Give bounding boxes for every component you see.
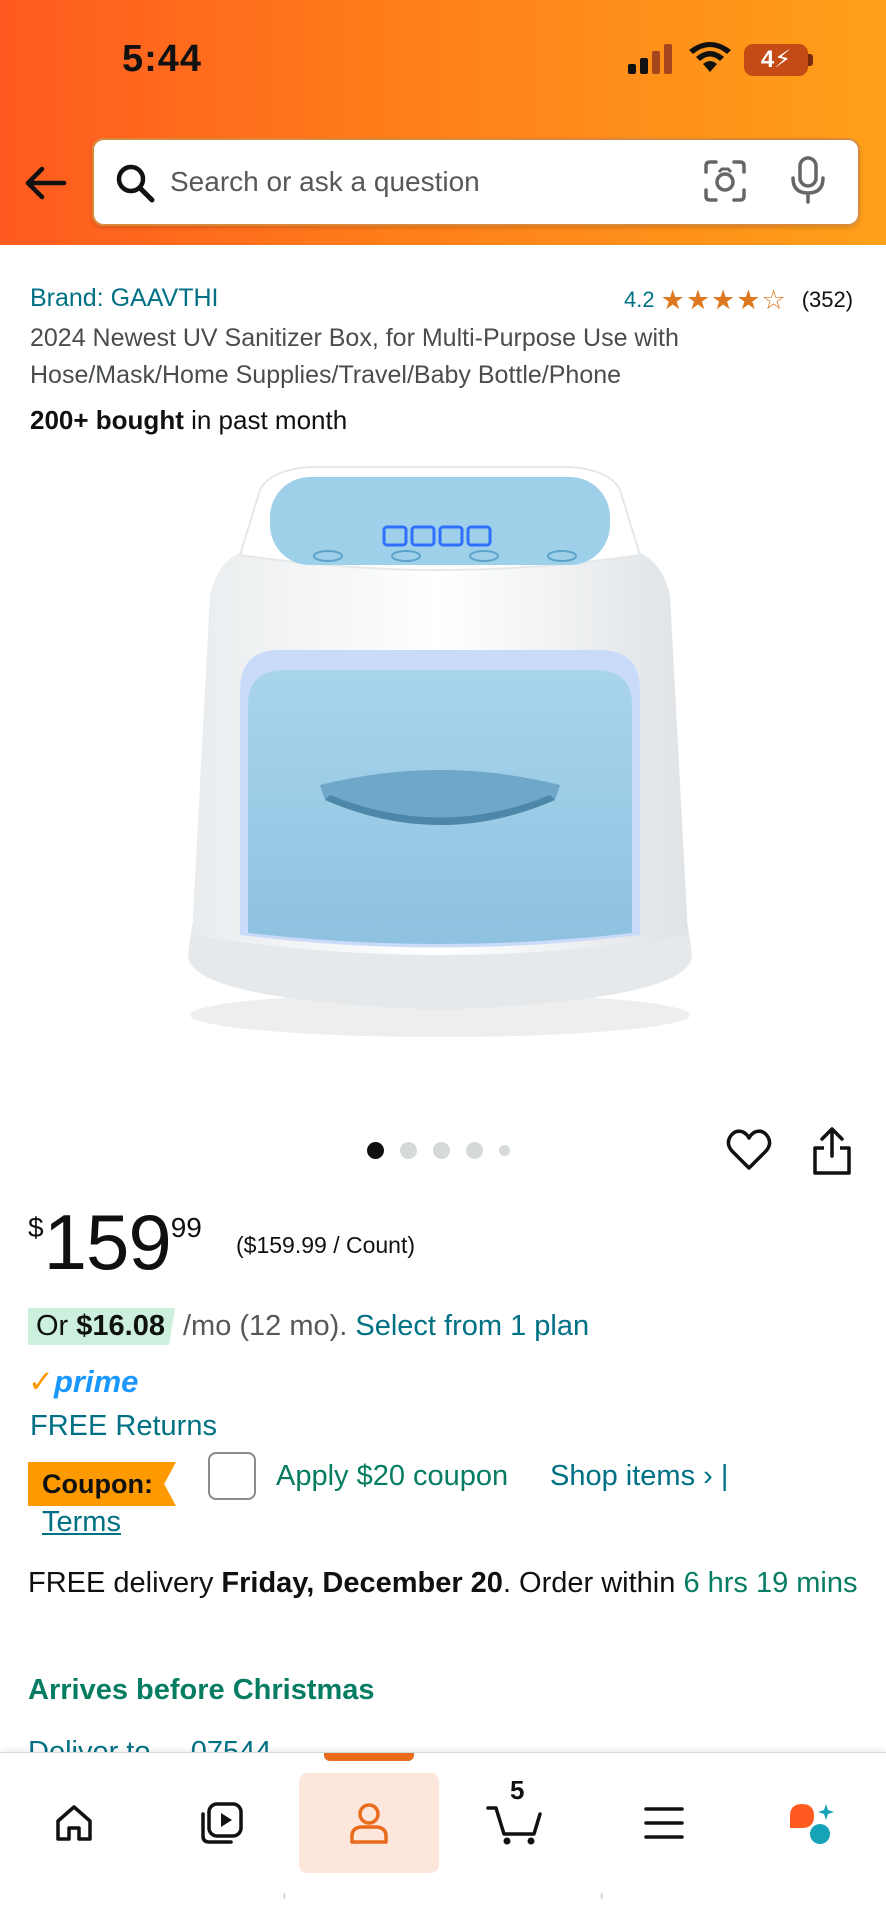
rufus-assistant-icon	[790, 1804, 834, 1844]
active-tab-indicator	[324, 1753, 414, 1761]
rating-value: 4.2	[624, 287, 655, 312]
product-image[interactable]	[170, 455, 710, 1055]
star-rating: ★ ★ ★ ★ ☆	[661, 286, 786, 314]
camera-lens-icon[interactable]	[702, 158, 748, 204]
home-icon	[56, 1805, 92, 1841]
star-empty-icon: ☆	[761, 285, 786, 315]
rating-count: (352)	[801, 287, 854, 312]
battery-cap	[808, 54, 813, 66]
search-bar[interactable]: Search or ask a question	[92, 138, 860, 226]
free-returns-link[interactable]: FREE Returns	[30, 1410, 217, 1443]
nav-rufus[interactable]	[742, 1773, 882, 1873]
video-play-icon	[201, 1802, 243, 1844]
wifi-icon	[689, 42, 731, 72]
order-countdown: 6 hrs 19 mins	[683, 1567, 858, 1599]
price-symbol: $	[28, 1212, 44, 1243]
star-full-icon: ★	[685, 285, 711, 315]
price: $ 159 99	[28, 1198, 202, 1286]
bought-count: 200+ bought in past month	[30, 405, 347, 436]
arrives-before-christmas: Arrives before Christmas	[28, 1674, 375, 1706]
coupon-terms-link[interactable]: Terms	[42, 1506, 121, 1539]
status-time: 5:44	[122, 38, 203, 80]
cellular-signal-icon	[628, 44, 672, 74]
brand-link[interactable]: Brand: GAAVTHI	[30, 284, 219, 313]
coupon-checkbox[interactable]	[208, 1452, 256, 1500]
star-full-icon: ★	[736, 285, 761, 315]
star-full-icon: ★	[711, 285, 736, 315]
nav-home[interactable]	[4, 1773, 144, 1873]
monthly-payment: Or $16.08 /mo (12 mo). Select from 1 pla…	[28, 1308, 589, 1345]
nav-menu[interactable]	[594, 1773, 734, 1873]
home-indicator	[283, 1892, 603, 1900]
image-carousel-dots[interactable]	[367, 1142, 510, 1159]
shop-items-link[interactable]: Shop items › |	[550, 1460, 728, 1493]
coupon-badge: Coupon:	[28, 1462, 176, 1506]
price-whole: 159	[43, 1198, 172, 1286]
back-arrow-icon[interactable]	[22, 160, 68, 206]
menu-icon	[644, 1807, 684, 1839]
monthly-term: /mo (12 mo).	[182, 1310, 348, 1342]
search-input[interactable]: Search or ask a question	[170, 166, 480, 198]
carousel-dot[interactable]	[466, 1142, 483, 1159]
monthly-badge: Or $16.08	[28, 1308, 175, 1345]
top-header: 5:44 4⚡ Search or ask a question	[0, 0, 886, 245]
share-icon[interactable]	[810, 1126, 854, 1176]
nav-account[interactable]	[299, 1773, 439, 1873]
account-icon	[350, 1803, 388, 1844]
prime-check-icon: ✓	[28, 1364, 54, 1399]
carousel-dot[interactable]	[433, 1142, 450, 1159]
bought-bold: 200+ bought	[30, 405, 184, 435]
price-per-unit: ($159.99 / Count)	[236, 1232, 416, 1258]
carousel-dot-active[interactable]	[367, 1142, 384, 1159]
apply-coupon-label[interactable]: Apply $20 coupon	[276, 1460, 508, 1493]
microphone-icon[interactable]	[788, 156, 828, 204]
cart-count: 5	[510, 1775, 525, 1805]
rating-summary[interactable]: 4.2 ★ ★ ★ ★ ☆ (352)	[624, 286, 853, 314]
carousel-dot[interactable]	[400, 1142, 417, 1159]
bought-rest: in past month	[183, 405, 348, 435]
star-full-icon: ★	[660, 285, 685, 315]
cart-icon	[486, 1806, 542, 1845]
delivery-date: Friday, December 20	[221, 1567, 503, 1599]
carousel-dot[interactable]	[499, 1145, 510, 1156]
delivery-info: FREE delivery Friday, December 20. Order…	[28, 1567, 858, 1599]
nav-videos[interactable]	[152, 1773, 292, 1873]
battery-indicator: 4⚡	[744, 44, 808, 76]
heart-icon[interactable]	[726, 1128, 772, 1172]
bottom-navigation: 5	[0, 1752, 886, 1920]
deliver-to-location[interactable]: Deliver to ... 07544	[28, 1736, 271, 1752]
prime-badge: ✓prime	[28, 1364, 139, 1399]
price-fraction: 99	[170, 1212, 202, 1243]
select-plan-link[interactable]: Select from 1 plan	[355, 1310, 589, 1343]
search-icon	[116, 164, 155, 203]
product-title: 2024 Newest UV Sanitizer Box, for Multi-…	[30, 324, 679, 389]
